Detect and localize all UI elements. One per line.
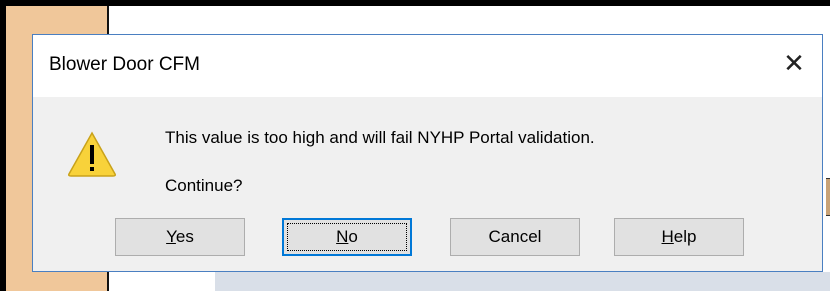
close-icon[interactable]: ✕ — [780, 49, 808, 77]
dialog-title: Blower Door CFM — [49, 54, 200, 75]
yes-button[interactable]: Yes — [115, 218, 245, 256]
cancel-button[interactable]: Cancel — [450, 218, 580, 256]
focus-rectangle — [287, 223, 407, 251]
cancel-button-label: Cancel — [488, 227, 542, 246]
yes-button-label: Yes — [166, 227, 194, 246]
help-button[interactable]: Help — [614, 218, 744, 256]
dialog-titlebar: Blower Door CFM ✕ — [33, 35, 822, 97]
background-right-control — [826, 178, 830, 216]
dialog-question: Continue? — [165, 176, 243, 195]
message-dialog: Blower Door CFM ✕ This value is too high… — [32, 34, 823, 272]
no-button[interactable]: No — [282, 218, 412, 256]
warning-icon — [68, 131, 116, 177]
background-bottom-strip — [215, 272, 830, 291]
dialog-message: This value is too high and will fail NYH… — [165, 128, 595, 147]
help-button-label: Help — [661, 227, 697, 246]
